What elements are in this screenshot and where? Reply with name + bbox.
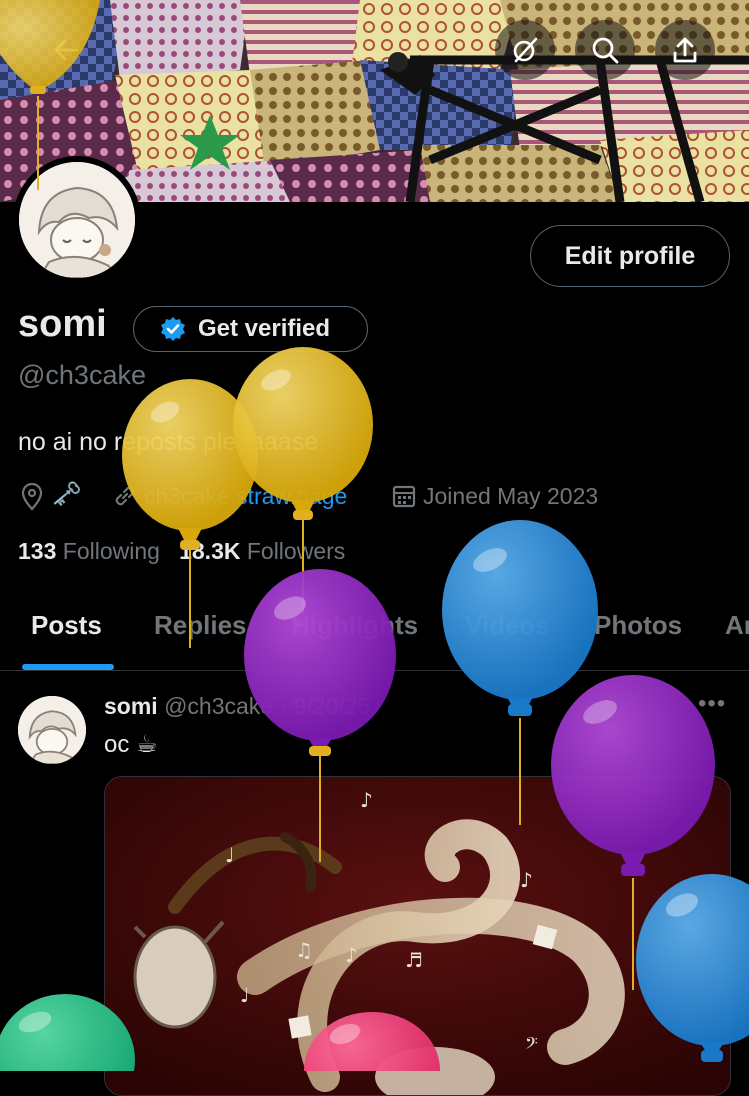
profile-tabs: Posts Replies Highlights Videos Photos A… [0, 598, 749, 671]
tab-articles[interactable]: Articles [725, 610, 749, 641]
post-media-image[interactable]: ♪ ♩ ♫ ♪ ♬ ♪ ♩ 𝄢 [104, 776, 731, 1096]
tab-highlights[interactable]: Highlights [291, 610, 418, 641]
follow-stats: 133 Following 18.3K Followers [18, 538, 345, 565]
profile-handle: @ch3cake [18, 360, 146, 390]
key-emoji: 🗝️ [52, 481, 82, 508]
back-arrow-icon [51, 35, 81, 65]
search-button[interactable] [575, 20, 635, 80]
svg-text:♬: ♬ [405, 948, 423, 972]
post-author-name[interactable]: somi [104, 693, 158, 719]
post-text: oc ☕ [104, 731, 158, 758]
svg-text:♪: ♪ [345, 943, 358, 967]
followers-link[interactable]: 18.3K Followers [179, 538, 345, 564]
profile-link[interactable]: ch3cake.straw.page [144, 483, 347, 510]
svg-text:♪: ♪ [520, 868, 533, 892]
svg-text:♫: ♫ [295, 938, 313, 962]
svg-text:♩: ♩ [225, 843, 234, 867]
post-header: somi @ch3cake · 9/20/25 [104, 693, 370, 720]
profile-avatar[interactable] [13, 156, 141, 284]
grok-icon [510, 35, 540, 65]
active-tab-indicator [22, 664, 114, 670]
get-verified-label: Get verified [198, 315, 331, 342]
post-avatar[interactable] [18, 696, 86, 764]
avatar-image [19, 162, 135, 278]
tab-posts[interactable]: Posts [31, 610, 102, 641]
search-icon [590, 35, 620, 65]
profile-name: somi [18, 303, 107, 345]
share-icon [670, 35, 700, 65]
tab-replies[interactable]: Replies [154, 610, 247, 641]
tab-photos[interactable]: Photos [594, 610, 682, 641]
share-button[interactable] [655, 20, 715, 80]
svg-text:♩: ♩ [240, 983, 249, 1007]
profile-meta: 🗝️ ch3cake.straw.page Joined May 2023 [18, 480, 738, 514]
svg-text:𝄢: 𝄢 [525, 1033, 538, 1057]
profile-bio: no ai no reposts pleaaaase [18, 428, 319, 456]
post-more-button[interactable]: ••• [698, 690, 726, 718]
joined-date: Joined May 2023 [423, 483, 599, 509]
edit-profile-button[interactable]: Edit profile [530, 225, 730, 287]
back-button[interactable] [36, 20, 96, 80]
verified-badge-icon [160, 316, 186, 342]
post-date[interactable]: 9/20/25 [294, 693, 371, 719]
post-author-handle[interactable]: @ch3cake [164, 693, 273, 719]
svg-text:♪: ♪ [360, 788, 373, 812]
following-link[interactable]: 133 Following [18, 538, 160, 564]
link-icon [112, 483, 138, 515]
tab-videos[interactable]: Videos [465, 610, 550, 641]
get-verified-button[interactable]: Get verified [133, 306, 368, 352]
calendar-icon [392, 483, 416, 515]
post-separator: · [279, 693, 288, 719]
grok-button[interactable] [495, 20, 555, 80]
location-icon [20, 482, 44, 517]
